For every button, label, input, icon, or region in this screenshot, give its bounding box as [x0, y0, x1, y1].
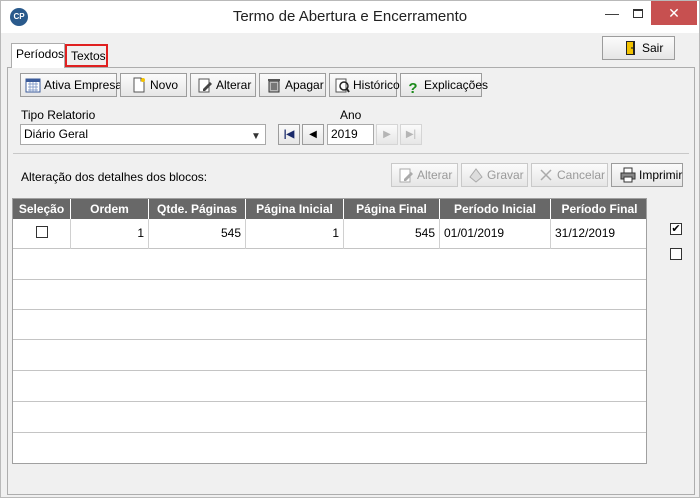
- cancelar-button[interactable]: Cancelar: [531, 163, 608, 187]
- history-icon: [335, 78, 350, 93]
- cancel-icon: [540, 169, 552, 181]
- title-bar: CP Termo de Abertura e Encerramento — ✕: [1, 1, 699, 33]
- ano-field[interactable]: 2019: [327, 124, 374, 145]
- alterar-button[interactable]: Alterar: [190, 73, 256, 97]
- alterar-label: Alterar: [216, 78, 252, 92]
- cell-periodo-final: 31/12/2019: [555, 226, 616, 240]
- cell-pagina-final: 545: [344, 219, 440, 249]
- table-row: [13, 434, 646, 463]
- explicacoes-label: Explicações: [424, 78, 489, 92]
- tipo-relatorio-select[interactable]: Diário Geral ▼: [20, 124, 266, 145]
- ativa-empresa-label: Ativa Empresa: [44, 78, 123, 92]
- imprimir-label: Imprimir: [639, 168, 683, 182]
- exit-door-icon: [626, 41, 635, 55]
- edit-icon: [198, 78, 212, 93]
- historico-button[interactable]: Histórico: [329, 73, 400, 97]
- new-document-icon: [133, 77, 145, 93]
- next-icon: ▶: [383, 129, 391, 140]
- apagar-label: Apagar: [285, 78, 324, 92]
- cell-qtde-paginas: 545: [149, 219, 246, 249]
- cell-selecao[interactable]: [13, 219, 71, 249]
- block-alterar-button[interactable]: Alterar: [391, 163, 458, 187]
- gravar-button[interactable]: Gravar: [461, 163, 528, 187]
- ano-label: Ano: [340, 108, 362, 122]
- maximize-button[interactable]: [625, 1, 651, 25]
- printer-icon: [620, 167, 636, 183]
- table-row: [13, 280, 646, 310]
- table-header: Seleção Ordem Qtde. Páginas Página Inici…: [13, 199, 646, 219]
- column-header-qtde-paginas[interactable]: Qtde. Páginas: [149, 199, 246, 219]
- cancelar-label: Cancelar: [557, 168, 606, 182]
- tab-periodos[interactable]: Períodos: [11, 43, 65, 68]
- block-alterar-label: Alterar: [417, 168, 453, 182]
- side-checkbox-checked[interactable]: ✔: [670, 223, 682, 235]
- previous-icon: ◀: [309, 129, 317, 140]
- ativa-empresa-button[interactable]: Ativa Empresa: [20, 73, 122, 97]
- column-header-pagina-final[interactable]: Página Final: [344, 199, 440, 219]
- divider: [13, 153, 689, 154]
- explicacoes-button[interactable]: ? Explicações: [400, 73, 488, 97]
- first-year-button[interactable]: |◀: [278, 124, 300, 145]
- skip-last-icon: ▶|: [405, 129, 417, 140]
- main-window: CP Termo de Abertura e Encerramento — ✕ …: [0, 0, 700, 498]
- next-year-button[interactable]: ▶: [376, 124, 398, 145]
- calendar-icon: [25, 78, 41, 93]
- window-title: Termo de Abertura e Encerramento: [232, 8, 468, 25]
- skip-first-icon: |◀: [283, 129, 295, 140]
- table-row[interactable]: 1 545 1 545 01/01/2019 31/12/2019: [13, 219, 646, 249]
- table-row: [13, 310, 646, 340]
- column-header-periodo-final[interactable]: Período Final: [551, 199, 646, 219]
- cell-periodo-inicial: 01/01/2019: [440, 219, 551, 249]
- novo-button[interactable]: Novo: [120, 73, 187, 97]
- gravar-label: Gravar: [487, 168, 524, 182]
- column-header-periodo-inicial[interactable]: Período Inicial: [440, 199, 551, 219]
- minimize-button[interactable]: —: [599, 1, 625, 25]
- apagar-button[interactable]: Apagar: [259, 73, 326, 97]
- save-icon: [469, 168, 483, 183]
- table-row: [13, 372, 646, 402]
- tipo-relatorio-label: Tipo Relatorio: [21, 108, 96, 122]
- trash-icon: [268, 79, 280, 93]
- blocks-section-label: Alteração dos detalhes dos blocos:: [21, 170, 208, 184]
- cell-pagina-inicial: 1: [246, 219, 344, 249]
- blocks-table: Seleção Ordem Qtde. Páginas Página Inici…: [12, 198, 647, 464]
- column-header-pagina-inicial[interactable]: Página Inicial: [246, 199, 344, 219]
- table-row: [13, 341, 646, 371]
- help-icon: ?: [408, 80, 418, 97]
- previous-year-button[interactable]: ◀: [302, 124, 324, 145]
- tab-textos[interactable]: Textos: [65, 44, 108, 67]
- sair-button[interactable]: Sair: [602, 36, 675, 60]
- row-select-checkbox[interactable]: [35, 226, 48, 238]
- last-year-button[interactable]: ▶|: [400, 124, 422, 145]
- chevron-down-icon: ▼: [251, 131, 261, 142]
- column-header-selecao[interactable]: Seleção: [13, 199, 71, 219]
- edit-icon: [399, 168, 413, 183]
- tipo-relatorio-value: Diário Geral: [24, 127, 89, 141]
- cell-ordem: 1: [71, 219, 149, 249]
- sair-label: Sair: [642, 41, 664, 55]
- close-button[interactable]: ✕: [651, 1, 697, 25]
- imprimir-button[interactable]: Imprimir: [611, 163, 683, 187]
- table-row: [13, 403, 646, 433]
- historico-label: Histórico: [353, 78, 400, 92]
- table-row: [13, 250, 646, 280]
- novo-label: Novo: [150, 78, 179, 92]
- side-checkbox[interactable]: [670, 248, 682, 260]
- column-header-ordem[interactable]: Ordem: [71, 199, 149, 219]
